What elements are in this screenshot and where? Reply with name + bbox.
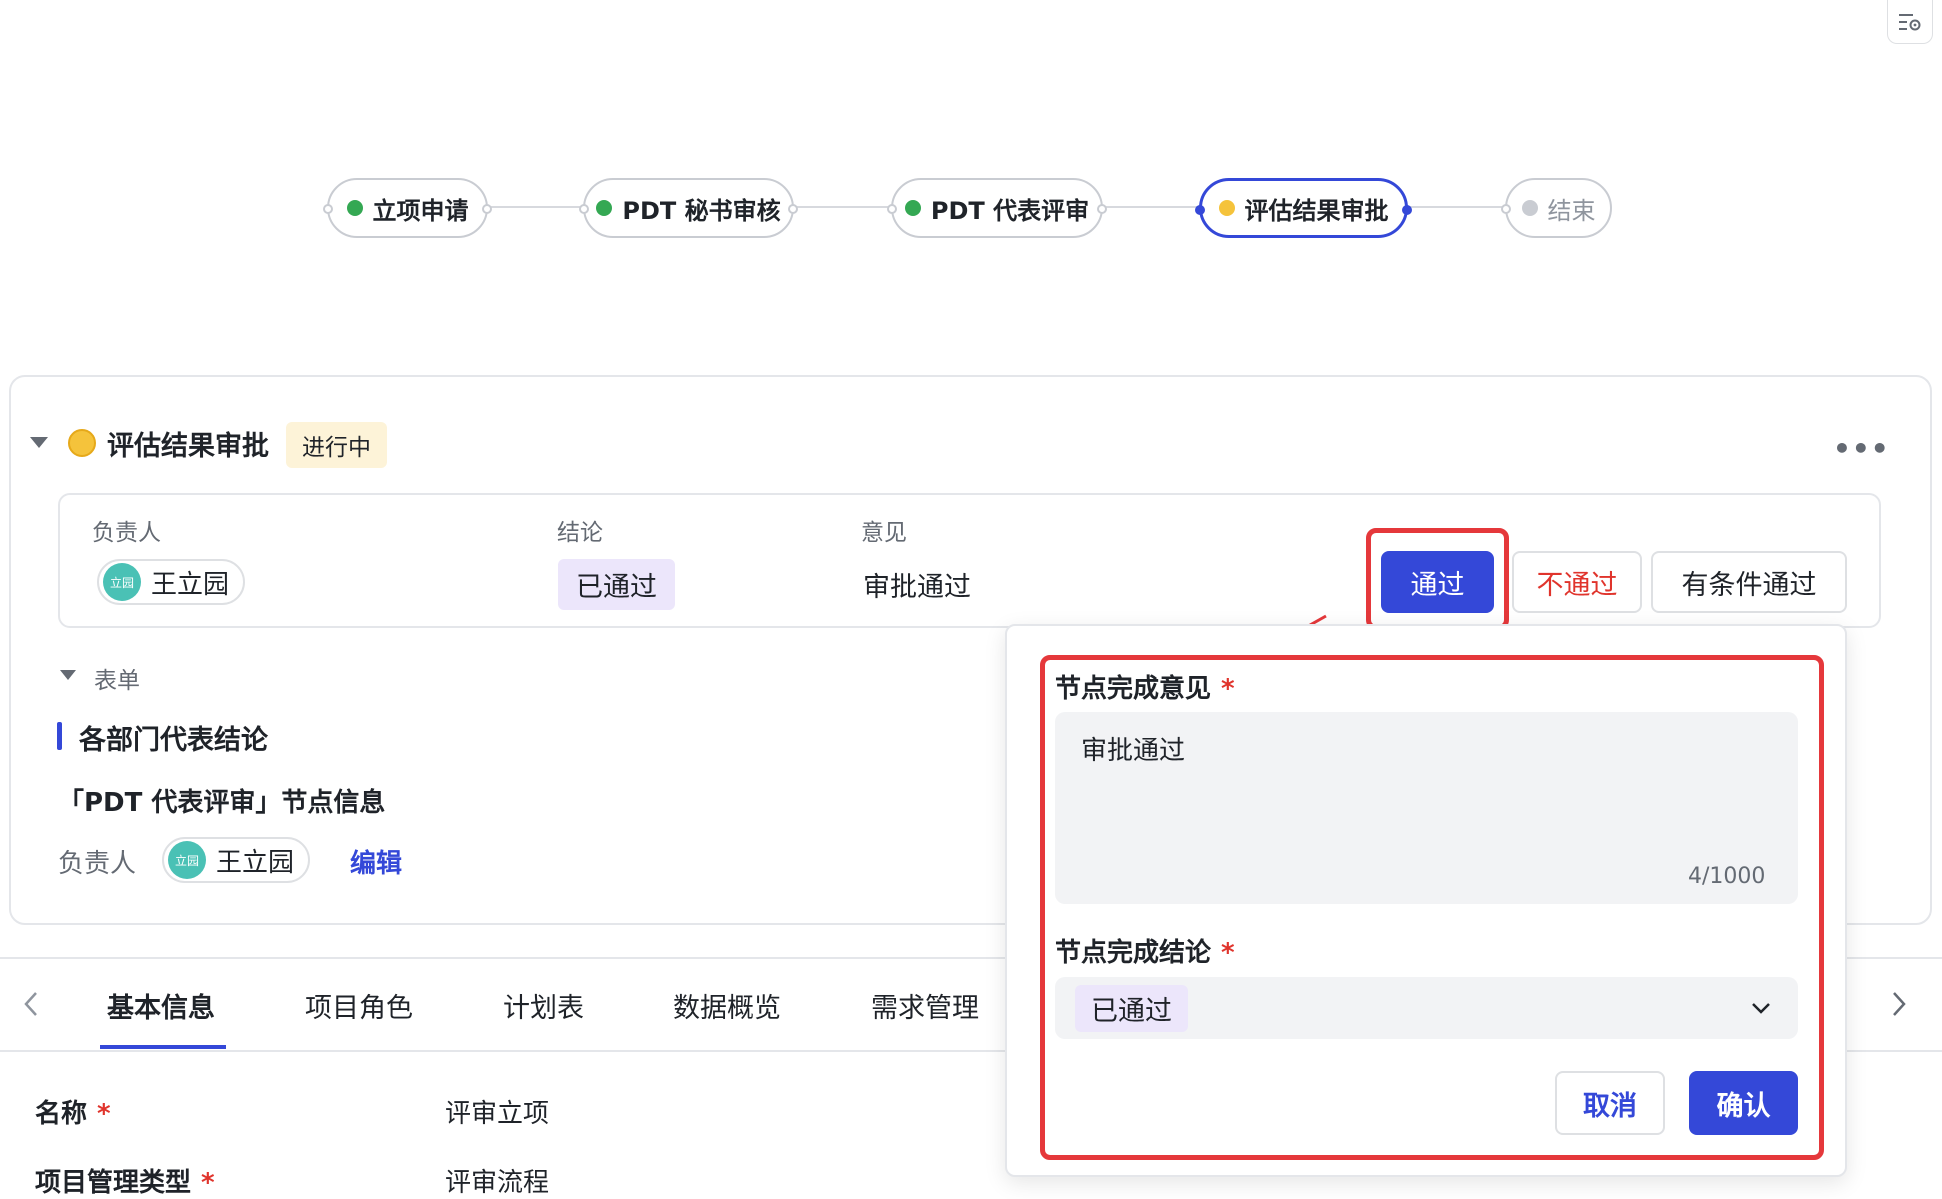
form-value-name: 评审立项: [445, 1099, 550, 1129]
avatar: 立园: [168, 841, 206, 879]
chevron-right-icon[interactable]: [1890, 990, 1908, 1018]
status-dot: [68, 429, 96, 457]
flow-node-end[interactable]: 结束: [1501, 178, 1612, 238]
flow-connector: [794, 206, 891, 208]
tab-basic-info[interactable]: 基本信息: [107, 986, 215, 1025]
flow-connector: [488, 206, 583, 208]
avatar: 立园: [103, 563, 141, 601]
node-owner-label: 负责人: [58, 849, 137, 879]
edit-link[interactable]: 编辑: [350, 843, 402, 880]
status-dot: [1218, 200, 1235, 216]
tab-data-overview[interactable]: 数据概览: [673, 986, 781, 1025]
opinion-textarea[interactable]: 审批通过: [1055, 712, 1798, 904]
conclusion-select[interactable]: 已通过: [1055, 977, 1798, 1039]
section-accent-bar: [57, 722, 62, 750]
tab-active-indicator: [100, 1045, 226, 1049]
owner-chip[interactable]: 立园 王立园: [97, 559, 246, 605]
opinion-label: 意见: [861, 520, 907, 546]
tab-requirements[interactable]: 需求管理: [871, 986, 979, 1025]
flow-connector: [1103, 206, 1199, 208]
status-dot: [1521, 200, 1538, 216]
flow-node-label: 结束: [1547, 196, 1596, 225]
node-owner-chip[interactable]: 立园 王立园: [162, 837, 311, 883]
settings-button[interactable]: [1887, 0, 1933, 44]
owner-name: 王立园: [151, 569, 230, 600]
list-settings-icon: [1899, 13, 1921, 30]
form-value-management-type: 评审流程: [445, 1168, 550, 1198]
flow-node-label: PDT 代表评审: [930, 196, 1090, 225]
form-label-name: 名称 *: [35, 1099, 111, 1129]
conditional-pass-button[interactable]: 有条件通过: [1651, 551, 1847, 613]
status-dot: [346, 200, 363, 216]
chevron-down-icon: [1752, 1003, 1770, 1014]
form-collapse-triangle-icon[interactable]: [58, 668, 78, 682]
opinion-field-label: 节点完成意见 *: [1055, 674, 1235, 704]
status-badge: 进行中: [286, 422, 387, 468]
status-dot: [904, 200, 921, 216]
opinion-text: 审批通过: [1081, 736, 1186, 766]
opinion-value: 审批通过: [863, 572, 971, 603]
conclusion-select-value: 已通过: [1075, 984, 1188, 1032]
char-counter: 4/1000: [1688, 864, 1766, 889]
flow-node-label: 立项申请: [372, 196, 469, 225]
cancel-button[interactable]: 取消: [1555, 1071, 1665, 1135]
form-toggle-label[interactable]: 表单: [94, 661, 140, 695]
flow-node-apply[interactable]: 立项申请: [323, 178, 492, 238]
tab-schedule[interactable]: 计划表: [503, 986, 584, 1025]
flow-node-result-approval[interactable]: 评估结果审批: [1195, 178, 1412, 238]
conclusion-field-label: 节点完成结论 *: [1055, 938, 1235, 968]
reject-button[interactable]: 不通过: [1512, 551, 1642, 613]
conclusion-tag: 已通过: [558, 559, 675, 610]
tab-project-roles[interactable]: 项目角色: [305, 986, 413, 1025]
card-title: 评估结果审批: [107, 431, 269, 462]
confirm-button[interactable]: 确认: [1689, 1071, 1798, 1135]
flow-node-representative-review[interactable]: PDT 代表评审: [887, 178, 1107, 238]
collapse-triangle-icon[interactable]: [28, 434, 50, 450]
chevron-left-icon[interactable]: [22, 990, 40, 1018]
more-menu-icon[interactable]: •••: [1833, 432, 1890, 465]
status-dot: [596, 200, 613, 216]
form-label-management-type: 项目管理类型 *: [35, 1168, 215, 1198]
section-title: 各部门代表结论: [79, 725, 268, 756]
flow-node-label: 评估结果审批: [1244, 196, 1389, 225]
flow-node-label: PDT 秘书审核: [622, 196, 781, 225]
pass-button[interactable]: 通过: [1381, 551, 1494, 613]
owner-label: 负责人: [92, 520, 161, 546]
node-info-title: 「PDT 代表评审」节点信息: [58, 788, 386, 818]
node-owner-name: 王立园: [216, 847, 295, 878]
flow-node-secretary-review[interactable]: PDT 秘书审核: [579, 178, 798, 238]
flow-connector: [1408, 206, 1505, 208]
conclusion-label: 结论: [557, 520, 603, 546]
